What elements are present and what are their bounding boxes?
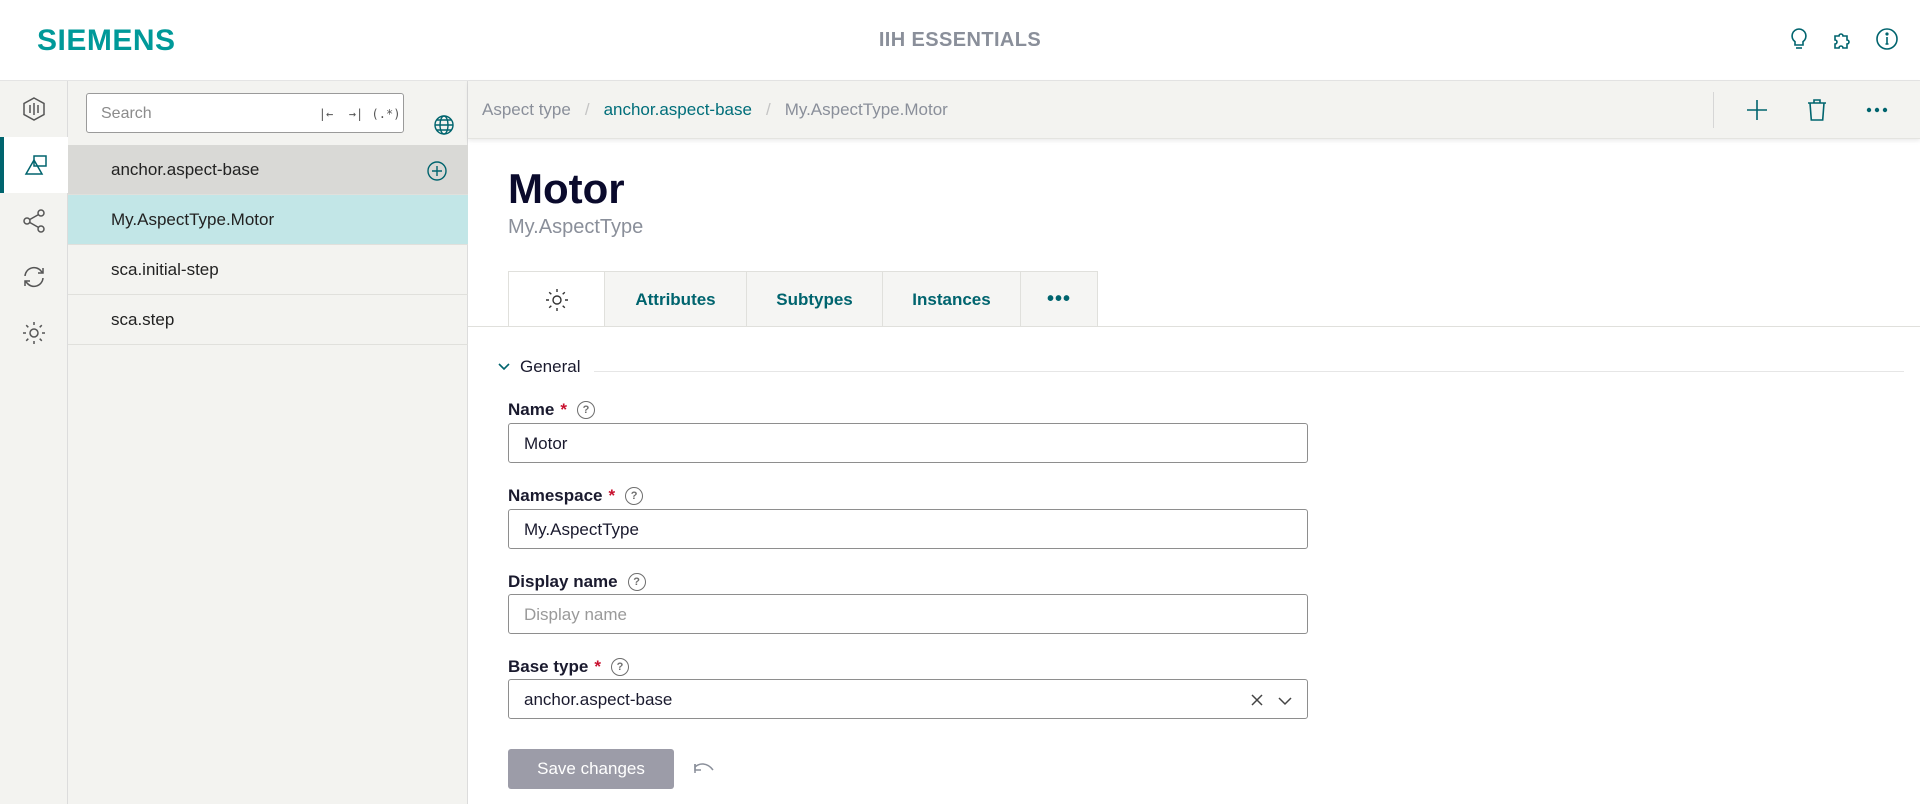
required-mark: * — [594, 657, 601, 676]
share-icon[interactable] — [0, 193, 68, 249]
chevron-down-icon[interactable] — [1275, 691, 1295, 711]
section-title: General — [520, 357, 581, 376]
search-input[interactable] — [101, 103, 301, 125]
section-general-toggle[interactable]: General — [496, 357, 580, 377]
namespace-label-text: Namespace — [508, 486, 603, 505]
name-input[interactable] — [524, 433, 1224, 455]
breadcrumb-bar: Aspect type / anchor.aspect-base / My.As… — [468, 81, 1920, 139]
base-type-label: Base type * ? — [508, 657, 629, 677]
tree-item-my-aspecttype-motor[interactable]: My.AspectType.Motor — [68, 195, 468, 245]
base-type-input[interactable] — [524, 689, 1224, 711]
name-label-text: Name — [508, 400, 555, 419]
display-name-label: Display name ? — [508, 572, 646, 592]
tab-subtypes[interactable]: Subtypes — [747, 272, 883, 327]
globe-icon[interactable] — [431, 112, 457, 138]
clear-icon[interactable] — [1247, 690, 1267, 710]
namespace-input[interactable] — [524, 519, 1224, 541]
namespace-field — [508, 509, 1308, 549]
more-horizontal-icon — [1866, 107, 1888, 113]
expand-right-icon[interactable]: →| — [345, 104, 367, 124]
help-icon[interactable]: ? — [610, 658, 629, 676]
display-name-label-text: Display name — [508, 572, 618, 591]
tree-item-label: anchor.aspect-base — [111, 159, 260, 179]
info-icon[interactable] — [1874, 26, 1900, 52]
base-type-select[interactable] — [508, 679, 1308, 719]
base-type-label-text: Base type — [508, 657, 589, 676]
tree-search: |← →| (.*) — [86, 93, 473, 135]
app-title: IIH ESSENTIALS — [878, 29, 1042, 51]
divider — [1713, 92, 1714, 128]
tab-bar: Attributes Subtypes Instances ••• — [508, 271, 1098, 327]
more-actions-button[interactable] — [1860, 93, 1894, 127]
required-mark: * — [560, 400, 567, 419]
add-circle-icon[interactable] — [426, 160, 448, 182]
tree-item-label: sca.initial-step — [111, 259, 219, 279]
display-name-field — [508, 594, 1308, 634]
save-changes-button[interactable]: Save changes — [508, 749, 674, 789]
breadcrumb-item-anchor[interactable]: anchor.aspect-base — [604, 100, 752, 120]
tab-settings[interactable] — [509, 272, 605, 327]
puzzle-icon[interactable] — [1830, 26, 1856, 52]
model-icon[interactable] — [0, 137, 68, 193]
top-header: SIEMENS IIH ESSENTIALS — [0, 0, 1920, 81]
tab-attributes[interactable]: Attributes — [605, 272, 747, 327]
gear-icon — [545, 288, 568, 311]
tree-panel: |← →| (.*) anchor.aspect-base My.AspectT… — [68, 81, 468, 804]
add-button[interactable] — [1740, 93, 1774, 127]
help-icon[interactable]: ? — [627, 573, 646, 591]
tree-item-anchor-aspect-base[interactable]: anchor.aspect-base — [68, 145, 468, 195]
sync-icon[interactable] — [0, 249, 68, 305]
name-field — [508, 423, 1308, 463]
tabs-divider — [468, 326, 1920, 327]
breadcrumb-separator: / — [584, 100, 590, 119]
help-icon[interactable]: ? — [576, 401, 595, 419]
breadcrumb-actions — [1713, 81, 1920, 139]
tree-item-sca-initial-step[interactable]: sca.initial-step — [68, 245, 468, 295]
display-name-input[interactable] — [524, 604, 1224, 626]
settings-icon[interactable] — [0, 305, 68, 361]
search-box: |← →| (.*) — [86, 93, 404, 133]
undo-icon[interactable] — [690, 755, 718, 783]
tree-item-label: My.AspectType.Motor — [111, 209, 275, 229]
search-tools: |← →| (.*) — [315, 104, 401, 124]
breadcrumb-separator: / — [765, 100, 771, 119]
page-title: Motor — [508, 165, 625, 212]
chevron-down-icon — [498, 363, 510, 371]
delete-button[interactable] — [1800, 93, 1834, 127]
left-nav-rail — [0, 81, 68, 804]
section-divider — [594, 371, 1904, 372]
collapse-left-icon[interactable]: |← — [315, 104, 337, 124]
name-label: Name * ? — [508, 400, 595, 420]
required-mark: * — [608, 486, 616, 505]
breadcrumb-item-current: My.AspectType.Motor — [784, 100, 948, 119]
main-content: Aspect type / anchor.aspect-base / My.As… — [468, 81, 1920, 804]
tab-more[interactable]: ••• — [1021, 272, 1097, 327]
dashboard-icon[interactable] — [0, 81, 68, 137]
tree-item-label: sca.step — [111, 309, 175, 329]
namespace-label: Namespace * ? — [508, 486, 644, 506]
lightbulb-icon[interactable] — [1786, 26, 1812, 52]
tree-list: anchor.aspect-base My.AspectType.Motor s… — [68, 145, 468, 345]
trash-icon — [1808, 99, 1826, 121]
header-actions — [1786, 26, 1900, 52]
breadcrumb-item-aspect-type[interactable]: Aspect type — [482, 100, 571, 120]
tree-item-sca-step[interactable]: sca.step — [68, 295, 468, 345]
breadcrumb: Aspect type / anchor.aspect-base / My.As… — [482, 100, 948, 120]
plus-icon — [1747, 100, 1767, 120]
page-subtitle: My.AspectType — [508, 216, 644, 238]
regex-icon[interactable]: (.*) — [372, 104, 401, 124]
tab-instances[interactable]: Instances — [883, 272, 1021, 327]
help-icon[interactable]: ? — [625, 487, 644, 505]
